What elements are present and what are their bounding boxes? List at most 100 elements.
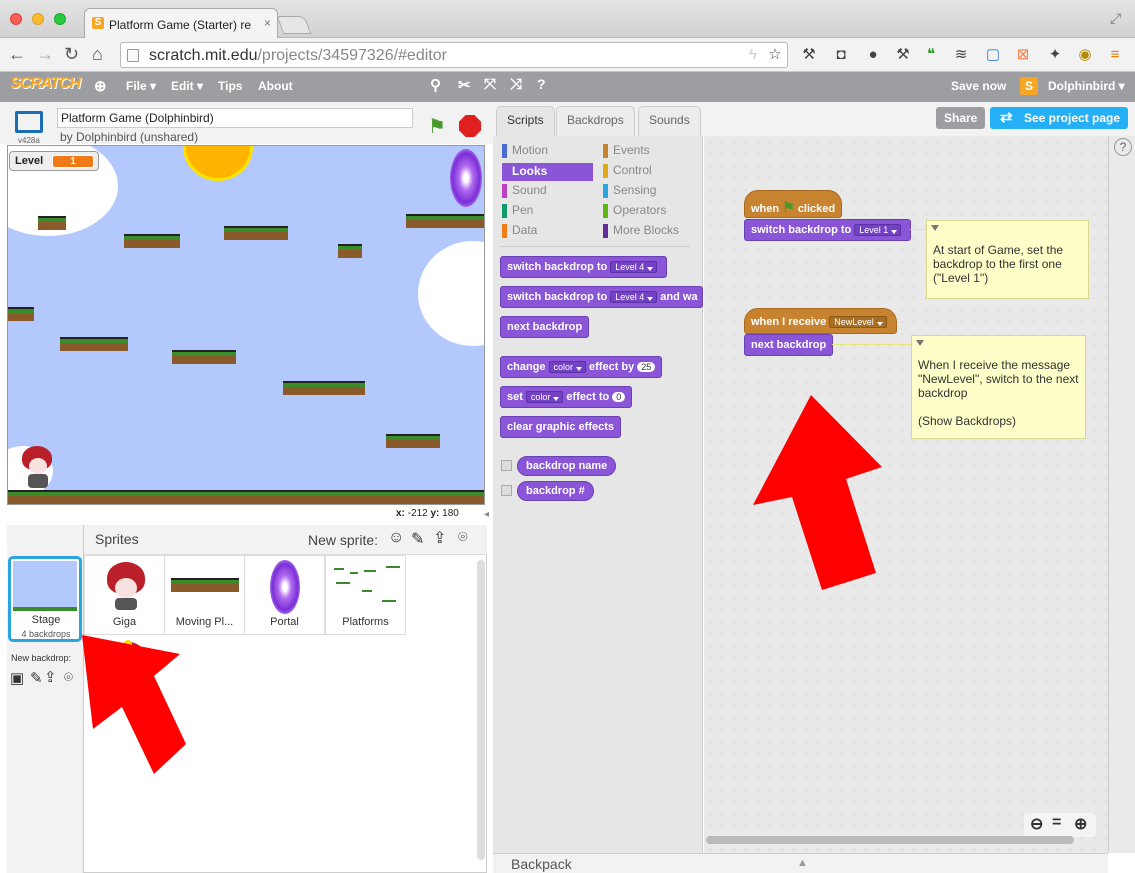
share-button[interactable]: Share <box>936 107 986 129</box>
home-icon[interactable]: ⌂ <box>92 44 103 65</box>
category-motion[interactable]: Motion <box>502 143 548 158</box>
category-sound[interactable]: Sound <box>502 183 547 198</box>
comment-new-level[interactable]: When I receive the message "NewLevel", s… <box>911 335 1086 439</box>
category-events[interactable]: Events <box>603 143 650 158</box>
user-menu[interactable]: Dolphinbird ▾ <box>1048 79 1125 93</box>
upload-backdrop-icon[interactable]: ⇪ <box>44 668 57 686</box>
tab-close-icon[interactable]: × <box>264 16 271 30</box>
forward-icon[interactable]: → <box>36 44 54 65</box>
screen-capture-icon[interactable]: ▢ <box>984 46 1002 64</box>
zoom-window-button[interactable] <box>54 13 66 25</box>
level-variable-monitor[interactable]: Level 1 <box>9 151 99 171</box>
sprite-tile-portal[interactable]: Portal <box>244 555 325 635</box>
sprite-tile-moving-platform[interactable]: Moving Pl... <box>164 555 245 635</box>
block-change-effect[interactable]: change color effect by 25 <box>500 356 663 378</box>
help-icon[interactable]: ? <box>537 76 546 92</box>
tab-backdrops[interactable]: Backdrops <box>556 106 635 136</box>
url-field[interactable]: scratch.mit.edu/projects/34597326/#edito… <box>120 42 788 68</box>
pocket-icon[interactable]: ◘ <box>832 46 850 64</box>
comment-start-level[interactable]: At start of Game, set the backdrop to th… <box>926 220 1089 299</box>
category-pen[interactable]: Pen <box>502 203 533 218</box>
grow-icon[interactable]: ⤧ <box>484 76 496 93</box>
backdrop-dropdown[interactable]: Level 1 <box>854 224 902 236</box>
tab-sounds[interactable]: Sounds <box>638 106 701 136</box>
layers-icon[interactable]: ≋ <box>952 46 970 64</box>
camera-backdrop-icon[interactable]: ⌾ <box>64 669 73 686</box>
effect-amount-input[interactable]: 25 <box>637 362 656 372</box>
runner-ext-icon[interactable]: ✦ <box>1046 46 1064 64</box>
hangouts-icon[interactable]: ❝ <box>922 46 940 64</box>
menu-icon[interactable]: ≡ <box>1106 46 1124 64</box>
help-icon[interactable]: ? <box>1114 138 1132 156</box>
paint-backdrop-icon[interactable]: ✎ <box>30 669 43 687</box>
ninja-ext-icon[interactable]: ● <box>864 46 882 64</box>
category-control[interactable]: Control <box>603 163 652 178</box>
category-data[interactable]: Data <box>502 223 537 238</box>
backdrop-number-checkbox[interactable] <box>501 485 512 496</box>
backdrop-name-checkbox[interactable] <box>501 460 512 471</box>
tab-scripts[interactable]: Scripts <box>496 106 555 136</box>
bookmark-star-icon[interactable]: ☆ <box>766 46 784 64</box>
effect-value-input[interactable]: 0 <box>612 392 626 402</box>
category-looks[interactable]: Looks <box>502 163 593 181</box>
zoom-out-icon[interactable]: ⊖ <box>1030 814 1043 834</box>
zoom-in-icon[interactable]: ⊕ <box>1074 814 1087 834</box>
block-switch-backdrop-and-wait[interactable]: switch backdrop to Level 4 and wa <box>500 286 703 308</box>
effect-dropdown[interactable]: color <box>548 361 587 373</box>
menu-about[interactable]: About <box>258 79 293 93</box>
globe-icon[interactable]: ⊕ <box>94 77 107 95</box>
backdrop-library-icon[interactable]: ▣ <box>10 669 24 687</box>
tool-ext-icon[interactable]: ⚒ <box>894 46 912 64</box>
reporter-backdrop-number[interactable]: backdrop # <box>517 481 594 501</box>
backdrop-dropdown[interactable]: Level 4 <box>610 261 658 273</box>
block-next-backdrop[interactable]: next backdrop <box>744 334 834 356</box>
block-switch-backdrop[interactable]: switch backdrop to Level 1 <box>744 219 912 241</box>
sprite-pane-scrollbar[interactable] <box>477 560 485 860</box>
menu-edit[interactable]: Edit ▾ <box>171 79 203 93</box>
choose-sprite-library-icon[interactable]: ☺ <box>388 529 404 547</box>
block-clear-effects[interactable]: clear graphic effects <box>500 416 621 438</box>
backpack-expand-icon[interactable]: ▲ <box>797 857 808 869</box>
kx-ext-icon[interactable]: ⊠ <box>1014 46 1032 64</box>
cut-scissors-icon[interactable]: ✂ <box>458 76 471 94</box>
browser-tab[interactable]: Platform Game (Starter) re <box>84 8 278 38</box>
save-now-link[interactable]: Save now <box>951 79 1006 93</box>
hat-when-flag-clicked[interactable]: when ⚑ clicked <box>744 190 843 218</box>
backdrop-dropdown[interactable]: Level 4 <box>610 291 658 303</box>
block-next-backdrop[interactable]: next backdrop <box>500 316 590 338</box>
block-switch-backdrop[interactable]: switch backdrop to Level 4 <box>500 256 668 278</box>
effect-dropdown[interactable]: color <box>525 391 564 403</box>
shrink-icon[interactable]: ⤨ <box>510 76 522 93</box>
script-area-scrollbar[interactable] <box>706 836 1074 844</box>
close-window-button[interactable] <box>10 13 22 25</box>
sprite-tile-giga[interactable]: Giga <box>84 555 165 635</box>
user-avatar[interactable]: S <box>1020 77 1038 95</box>
camera-icon[interactable]: ⌾ <box>458 529 468 547</box>
wrench-ext-icon[interactable]: ⚒ <box>800 46 818 64</box>
category-more-blocks[interactable]: More Blocks <box>603 223 679 238</box>
collapse-stage-icon[interactable]: ◂ <box>484 509 489 520</box>
giga-sprite[interactable] <box>20 446 54 490</box>
category-sensing[interactable]: Sensing <box>603 183 656 198</box>
eye-ext-icon[interactable]: ◉ <box>1076 46 1094 64</box>
menu-tips[interactable]: Tips <box>218 79 242 93</box>
fullscreen-stage-icon[interactable] <box>15 111 43 133</box>
hat-when-i-receive[interactable]: when I receive NewLevel <box>744 308 897 334</box>
stage-canvas[interactable] <box>7 145 485 505</box>
minimize-window-button[interactable] <box>32 13 44 25</box>
zoom-reset-icon[interactable]: = <box>1052 814 1061 832</box>
project-title-input[interactable]: Platform Game (Dolphinbird) <box>57 108 413 128</box>
category-operators[interactable]: Operators <box>603 203 666 218</box>
sprite-tile-platforms[interactable]: Platforms <box>325 555 406 635</box>
upload-icon[interactable]: ⇪ <box>433 528 446 548</box>
fullscreen-icon[interactable]: ⤢ <box>1110 10 1121 27</box>
lightning-icon[interactable]: ϟ <box>744 46 762 64</box>
stage-thumbnail[interactable]: Stage 4 backdrops <box>8 556 82 642</box>
green-flag-icon[interactable]: ⚑ <box>428 114 446 139</box>
paint-brush-icon[interactable]: ✎ <box>411 529 424 549</box>
reload-icon[interactable]: ↻ <box>64 44 79 65</box>
menu-file[interactable]: File ▾ <box>126 79 156 93</box>
scratch-logo[interactable]: SCRATCH <box>10 75 81 93</box>
duplicate-stamp-icon[interactable]: ⚲ <box>430 76 441 94</box>
reporter-backdrop-name[interactable]: backdrop name <box>517 456 617 476</box>
